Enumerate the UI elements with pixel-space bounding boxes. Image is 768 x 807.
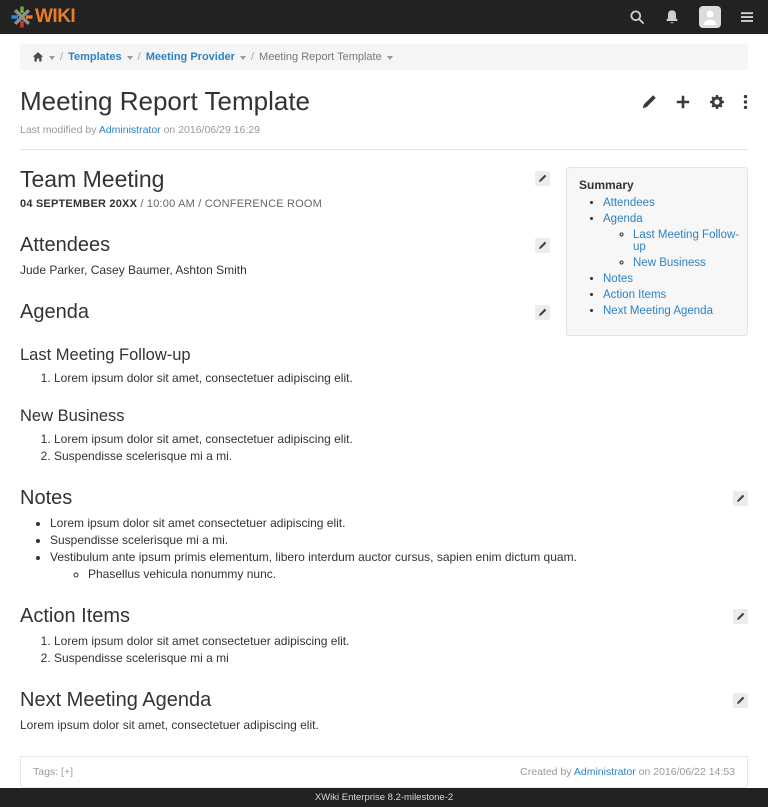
list-item: Vestibulum ante ipsum primis elementum, … xyxy=(50,550,748,581)
home-icon[interactable] xyxy=(32,51,44,63)
modified-by-user-link[interactable]: Administrator xyxy=(99,124,161,136)
brand-text: WIKI xyxy=(35,6,75,28)
chevron-down-icon[interactable] xyxy=(49,56,55,60)
new-business-heading: New Business xyxy=(20,407,125,426)
section-agenda: Agenda xyxy=(20,301,550,324)
list-item: Lorem ipsum dolor sit amet consectetuer … xyxy=(50,516,748,530)
next-meeting-agenda-text: Lorem ipsum dolor sit amet, consectetuer… xyxy=(20,718,748,732)
breadcrumb-link-meeting-provider[interactable]: Meeting Provider xyxy=(146,51,235,63)
section-action-items: Action Items xyxy=(20,605,748,628)
list-item: Lorem ipsum dolor sit amet, consectetuer… xyxy=(54,432,748,446)
list-item: New Business xyxy=(633,257,741,269)
created-by-user-link[interactable]: Administrator xyxy=(574,766,636,778)
page-actions xyxy=(641,94,748,110)
summary-link-next-meeting-agenda[interactable]: Next Meeting Agenda xyxy=(603,305,713,317)
list-item: Notes xyxy=(603,273,741,285)
list-item: Last Meeting Follow-up xyxy=(633,229,741,253)
created-info: Created by Administrator on 2016/06/22 1… xyxy=(520,766,735,778)
page-content: Summary Attendees Agenda Last Meeting Fo… xyxy=(20,164,748,732)
doc-info: Last modified by Administrator on 2016/0… xyxy=(20,124,748,136)
xwiki-asterisk-icon xyxy=(10,5,34,29)
top-navbar: WIKI xyxy=(0,0,768,34)
team-meeting-heading: Team Meeting xyxy=(20,166,164,193)
user-avatar[interactable] xyxy=(699,6,721,28)
bell-icon[interactable] xyxy=(664,9,680,25)
summary-link-notes[interactable]: Notes xyxy=(603,273,633,285)
summary-link-last-meeting-follow-up[interactable]: Last Meeting Follow-up xyxy=(633,229,739,253)
breadcrumb: / Templates / Meeting Provider / Meeting… xyxy=(20,44,748,70)
next-meeting-agenda-heading: Next Meeting Agenda xyxy=(20,689,211,712)
hamburger-menu-icon[interactable] xyxy=(740,10,754,24)
list-item: Agenda Last Meeting Follow-up New Busine… xyxy=(603,213,741,269)
summary-link-new-business[interactable]: New Business xyxy=(633,257,706,269)
section-next-meeting-agenda: Next Meeting Agenda xyxy=(20,689,748,712)
notes-heading: Notes xyxy=(20,487,72,510)
breadcrumb-link-templates[interactable]: Templates xyxy=(68,51,122,63)
edit-section-button[interactable] xyxy=(733,491,748,506)
summary-link-agenda[interactable]: Agenda xyxy=(603,213,643,225)
section-team-meeting: Team Meeting xyxy=(20,164,550,193)
action-items-heading: Action Items xyxy=(20,605,130,628)
list-item: Lorem ipsum dolor sit amet, consectetuer… xyxy=(54,371,748,385)
page-title: Meeting Report Template xyxy=(20,86,310,117)
breadcrumb-current: Meeting Report Template xyxy=(259,51,382,63)
chevron-down-icon[interactable] xyxy=(127,56,133,60)
add-plus-icon[interactable] xyxy=(675,94,691,110)
edit-section-button[interactable] xyxy=(535,305,550,320)
chevron-down-icon[interactable] xyxy=(240,56,246,60)
tags-label: Tags: xyxy=(33,766,58,778)
section-notes: Notes xyxy=(20,487,748,510)
header-divider xyxy=(20,149,748,150)
summary-panel: Summary Attendees Agenda Last Meeting Fo… xyxy=(566,167,748,336)
list-item: Next Meeting Agenda xyxy=(603,305,741,317)
list-item: Phasellus vehicula nonummy nunc. xyxy=(88,567,748,581)
section-new-business: New Business xyxy=(20,407,748,426)
summary-link-attendees[interactable]: Attendees xyxy=(603,197,655,209)
version-bar: XWiki Enterprise 8.2-milestone-2 xyxy=(0,788,768,807)
summary-link-action-items[interactable]: Action Items xyxy=(603,289,666,301)
last-meeting-follow-up-heading: Last Meeting Follow-up xyxy=(20,346,191,365)
list-item: Suspendisse scelerisque mi a mi xyxy=(54,651,748,665)
section-attendees: Attendees xyxy=(20,234,550,257)
edit-section-button[interactable] xyxy=(535,238,550,253)
xwiki-logo[interactable]: WIKI xyxy=(10,5,75,29)
list-item: Suspendisse scelerisque mi a mi. xyxy=(54,449,748,463)
kebab-menu-icon[interactable] xyxy=(743,94,748,110)
tags-area: Tags: [+] xyxy=(33,766,73,778)
list-item: Action Items xyxy=(603,289,741,301)
add-tag-button[interactable]: [+] xyxy=(61,766,73,778)
agenda-heading: Agenda xyxy=(20,301,89,324)
chevron-down-icon[interactable] xyxy=(387,56,393,60)
edit-section-button[interactable] xyxy=(535,171,550,186)
gear-icon[interactable] xyxy=(709,94,725,110)
edit-pencil-icon[interactable] xyxy=(641,94,657,110)
summary-title: Summary xyxy=(579,178,741,192)
attendees-heading: Attendees xyxy=(20,234,110,257)
list-item: Attendees xyxy=(603,197,741,209)
search-icon[interactable] xyxy=(629,9,645,25)
section-last-meeting-follow-up: Last Meeting Follow-up xyxy=(20,346,550,365)
list-item: Lorem ipsum dolor sit amet consectetuer … xyxy=(54,634,748,648)
edit-section-button[interactable] xyxy=(733,693,748,708)
list-item: Suspendisse scelerisque mi a mi. xyxy=(50,533,748,547)
edit-section-button[interactable] xyxy=(733,609,748,624)
version-text: XWiki Enterprise 8.2-milestone-2 xyxy=(315,792,453,803)
doc-footer: Tags: [+] Created by Administrator on 20… xyxy=(20,756,748,788)
